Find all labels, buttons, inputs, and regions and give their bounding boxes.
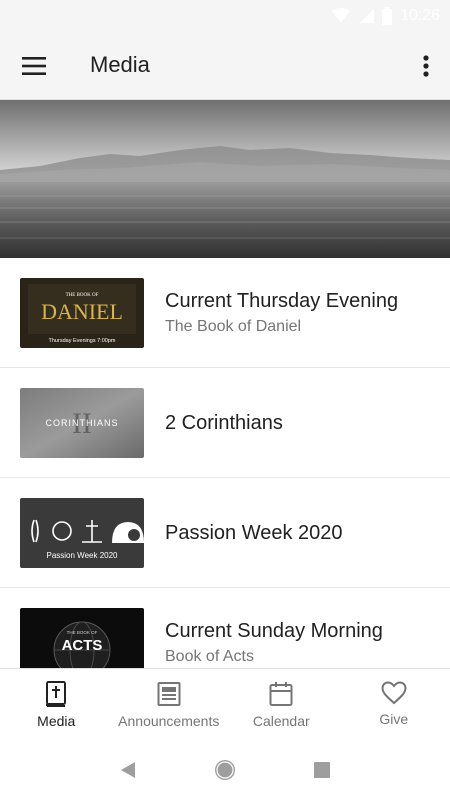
- item-title: Current Thursday Evening: [165, 290, 399, 312]
- item-subtitle: The Book of Daniel: [165, 318, 302, 335]
- system-navigation-bar: [0, 740, 450, 800]
- page-title: Media: [90, 52, 150, 77]
- item-text: Current Thursday Evening The Book of Dan…: [165, 258, 440, 368]
- nav-item-media[interactable]: Media: [0, 669, 113, 740]
- status-time: 10:26: [399, 7, 440, 24]
- system-home-button[interactable]: [205, 750, 245, 790]
- item-title: Passion Week 2020: [165, 522, 343, 544]
- item-text: 2 Corinthians: [165, 368, 440, 478]
- nav-item-calendar[interactable]: Calendar: [225, 669, 338, 740]
- media-list: THE BOOK OF DANIEL Thursday Evenings 7:0…: [0, 258, 450, 668]
- hamburger-menu-icon: [22, 57, 46, 75]
- system-back-button[interactable]: [108, 750, 148, 790]
- thumb-main-text: ACTS: [62, 637, 103, 654]
- status-icons: 10:26: [331, 6, 440, 26]
- newspaper-icon: [157, 682, 181, 706]
- item-title: Current Sunday Morning: [165, 620, 383, 642]
- hero-banner-image: [0, 100, 450, 258]
- thumb-top-text: THE BOOK OF: [66, 293, 99, 298]
- thumb-bottom-text: Thursday Evenings 7:00pm: [49, 338, 116, 344]
- thumb-main-text: CORINTHIANS: [45, 418, 118, 428]
- thumb-main-text: DANIEL: [41, 299, 123, 324]
- thumb-top-text: THE BOOK OF: [67, 630, 98, 635]
- signal-icon: [359, 9, 374, 23]
- recents-icon: [313, 762, 330, 778]
- item-text: Current Sunday Morning Book of Acts: [165, 588, 440, 668]
- status-bar: 10:26: [0, 0, 450, 32]
- nav-item-give[interactable]: Give: [338, 669, 450, 740]
- nav-label: Announcements: [118, 713, 220, 729]
- thumbnail-daniel: THE BOOK OF DANIEL Thursday Evenings 7:0…: [20, 278, 144, 348]
- item-subtitle: Book of Acts: [165, 648, 254, 665]
- system-recents-button[interactable]: [302, 750, 342, 790]
- wifi-icon: [331, 8, 350, 23]
- item-text: Passion Week 2020: [165, 478, 440, 588]
- thumbnail-acts: THE BOOK OF ACTS: [20, 608, 144, 668]
- home-icon: [214, 760, 235, 780]
- more-vert-icon: [423, 55, 429, 77]
- bible-icon: [46, 681, 67, 707]
- list-item[interactable]: THE BOOK OF DANIEL Thursday Evenings 7:0…: [0, 258, 450, 368]
- nav-label: Give: [379, 711, 409, 727]
- nav-label: Media: [37, 713, 76, 729]
- list-item[interactable]: II CORINTHIANS 2 Corinthians: [0, 368, 450, 478]
- heart-icon: [381, 681, 407, 705]
- nav-item-announcements[interactable]: Announcements: [113, 669, 226, 740]
- overflow-menu-button[interactable]: [414, 48, 438, 84]
- app-bar: Media: [0, 32, 450, 100]
- nav-label: Calendar: [252, 713, 310, 729]
- bottom-navigation: Media Announcements Calendar Give: [0, 668, 450, 740]
- list-item[interactable]: Passion Week 2020 Passion Week 2020: [0, 478, 450, 588]
- calendar-icon: [269, 682, 293, 706]
- thumbnail-passion-week: Passion Week 2020: [20, 498, 144, 568]
- battery-icon: [381, 7, 392, 25]
- thumbnail-corinthians: II CORINTHIANS: [20, 388, 144, 458]
- item-title: 2 Corinthians: [165, 412, 283, 434]
- menu-button[interactable]: [16, 48, 52, 84]
- thumb-main-text: Passion Week 2020: [46, 551, 118, 560]
- list-item[interactable]: THE BOOK OF ACTS Current Sunday Morning …: [0, 588, 450, 668]
- back-icon: [121, 762, 136, 778]
